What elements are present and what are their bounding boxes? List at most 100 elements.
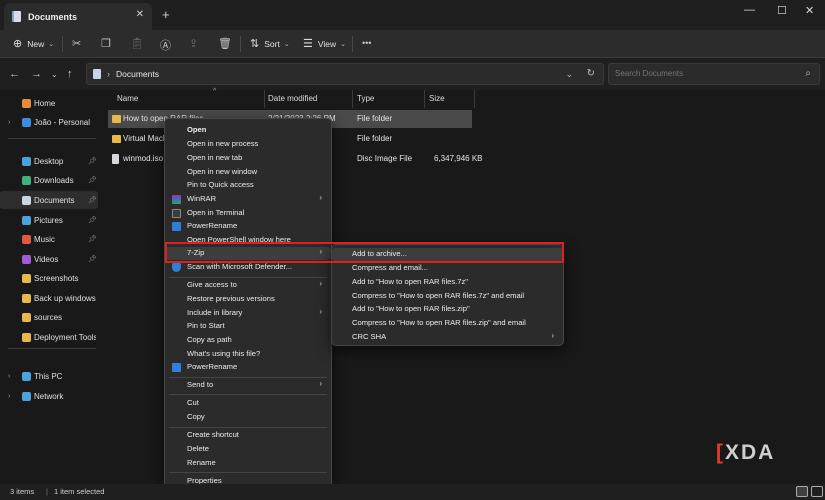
folder-icon	[22, 254, 31, 264]
view-label: View	[317, 38, 337, 49]
sidebar-item-pictures[interactable]: Pictures 📌︎	[0, 211, 98, 229]
menu-item-powerrename-2[interactable]: PowerRename	[165, 361, 331, 374]
column-divider[interactable]	[474, 90, 475, 108]
close-window-button[interactable]: ✕	[805, 4, 814, 17]
sidebar-item-label: Desktop	[34, 156, 64, 166]
menu-item-delete[interactable]: Delete	[165, 443, 331, 456]
menu-item-rename[interactable]: Rename	[165, 457, 331, 470]
sidebar-item-documents[interactable]: Documents 📌︎	[0, 191, 98, 209]
close-tab-icon[interactable]: ✕	[136, 9, 144, 20]
menu-item-pin-quick-access[interactable]: Pin to Quick access	[165, 179, 331, 192]
recent-chevron-icon[interactable]: ⌄	[51, 70, 58, 79]
sidebar-item-jo-o-personal[interactable]: › João - Personal	[0, 113, 98, 131]
menu-item-open-terminal[interactable]: Open in Terminal	[165, 207, 331, 220]
file-name: winmod.iso	[123, 154, 164, 163]
menu-item-create-shortcut[interactable]: Create shortcut	[165, 429, 331, 442]
submenu-item-crc-sha[interactable]: CRC SHA ›	[332, 331, 563, 344]
sidebar-item-this-pc[interactable]: › This PC	[0, 367, 98, 385]
expand-chevron-icon[interactable]: ›	[8, 373, 10, 380]
menu-item-restore-versions[interactable]: Restore previous versions	[165, 293, 331, 306]
expand-chevron-icon[interactable]: ›	[8, 393, 10, 400]
up-arrow-icon[interactable]: ↑	[67, 68, 73, 80]
powerrename-icon	[172, 363, 181, 372]
maximize-button[interactable]: ☐	[777, 4, 787, 17]
column-divider[interactable]	[424, 90, 425, 108]
column-header-date[interactable]: Date modified	[268, 94, 317, 103]
sidebar-item-home[interactable]: Home	[0, 94, 98, 112]
menu-item-whats-using[interactable]: What's using this file?	[165, 348, 331, 361]
menu-item-powerrename[interactable]: PowerRename	[165, 220, 331, 233]
menu-item-winrar[interactable]: WinRAR ›	[165, 193, 331, 206]
search-input[interactable]	[615, 69, 795, 78]
menu-item-open-new-window[interactable]: Open in new window	[165, 166, 331, 179]
column-header-name[interactable]: Name	[117, 94, 138, 103]
share-icon[interactable]: ⇪	[189, 37, 198, 50]
expand-chevron-icon[interactable]: ›	[8, 119, 10, 126]
menu-item-give-access[interactable]: Give access to ›	[165, 279, 331, 292]
column-header-size[interactable]: Size	[429, 94, 445, 103]
chevron-right-icon: ›	[551, 331, 554, 340]
sidebar-item-desktop[interactable]: Desktop 📌︎	[0, 152, 98, 170]
folder-icon	[22, 332, 31, 342]
sidebar-item-deployment-tools[interactable]: Deployment Tools	[0, 328, 98, 346]
status-bar: 3 items | 1 item selected	[0, 484, 825, 500]
copy-icon[interactable]: ❐	[101, 37, 111, 50]
menu-item-open[interactable]: Open	[165, 124, 331, 137]
minimize-button[interactable]: —	[744, 4, 755, 16]
sidebar-item-label: Network	[34, 391, 64, 401]
menu-item-copy-path[interactable]: Copy as path	[165, 334, 331, 347]
search-box[interactable]: ⌕	[608, 63, 820, 85]
menu-divider	[169, 277, 327, 278]
cut-icon[interactable]: ✂	[72, 37, 81, 50]
tiles-view-toggle[interactable]	[811, 486, 823, 497]
column-header-type[interactable]: Type	[357, 94, 374, 103]
menu-item-include-library[interactable]: Include in library ›	[165, 307, 331, 320]
breadcrumb[interactable]: Documents	[116, 69, 159, 79]
menu-divider	[169, 394, 327, 395]
sidebar-item-music[interactable]: Music 📌︎	[0, 230, 98, 248]
submenu-item-add-7z[interactable]: Add to "How to open RAR files.7z"	[332, 276, 563, 289]
sort-button[interactable]: ⇅ Sort ⌄	[250, 37, 290, 50]
chevron-right-icon: ›	[319, 307, 322, 316]
highlight-annotation	[165, 242, 564, 263]
refresh-icon[interactable]: ↻	[587, 68, 595, 79]
forward-arrow-icon[interactable]: →	[31, 68, 42, 80]
submenu-item-add-zip[interactable]: Add to "How to open RAR files.zip"	[332, 303, 563, 316]
sidebar-item-network[interactable]: › Network	[0, 387, 98, 405]
sidebar-item-downloads[interactable]: Downloads 📌︎	[0, 171, 98, 189]
submenu-item-compress-email[interactable]: Compress and email...	[332, 262, 563, 275]
paste-icon[interactable]: 📋︎	[130, 37, 144, 50]
menu-item-send-to[interactable]: Send to ›	[165, 379, 331, 392]
sidebar-item-label: Deployment Tools	[34, 332, 96, 342]
address-bar[interactable]: › Documents ⌄ ↻	[86, 63, 604, 85]
column-divider[interactable]	[352, 90, 353, 108]
more-options-icon[interactable]: •••	[362, 38, 371, 48]
chevron-right-icon: ›	[107, 69, 110, 79]
details-view-toggle[interactable]	[796, 486, 808, 497]
new-tab-button[interactable]: +	[162, 7, 170, 22]
menu-item-pin-start[interactable]: Pin to Start	[165, 320, 331, 333]
sidebar-item-label: Documents	[34, 195, 75, 205]
tab-documents[interactable]: Documents ✕	[4, 3, 152, 30]
delete-icon[interactable]: 🗑︎	[218, 37, 232, 50]
submenu-item-compress-zip-email[interactable]: Compress to "How to open RAR files.zip" …	[332, 317, 563, 330]
sidebar-item-videos[interactable]: Videos 📌︎	[0, 250, 98, 268]
submenu-item-compress-7z-email[interactable]: Compress to "How to open RAR files.7z" a…	[332, 290, 563, 303]
chevron-down-icon[interactable]: ⌄	[565, 69, 573, 80]
menu-item-cut[interactable]: Cut	[165, 397, 331, 410]
title-bar: Documents ✕ + — ☐ ✕	[0, 0, 825, 30]
menu-item-copy[interactable]: Copy	[165, 411, 331, 424]
sidebar-item-back-up-windows-1[interactable]: Back up windows 1	[0, 289, 98, 307]
column-divider[interactable]	[264, 90, 265, 108]
back-arrow-icon[interactable]: ←	[9, 68, 20, 80]
menu-item-open-new-process[interactable]: Open in new process	[165, 138, 331, 151]
sidebar-item-sources[interactable]: sources	[0, 308, 98, 326]
sidebar-item-screenshots[interactable]: Screenshots	[0, 269, 98, 287]
tab-label: Documents	[28, 11, 78, 22]
rename-icon[interactable]: Ⓐ	[160, 37, 171, 53]
new-button[interactable]: ⊕ New ⌄	[13, 37, 54, 50]
sidebar-item-label: Screenshots	[34, 273, 79, 283]
menu-item-open-new-tab[interactable]: Open in new tab	[165, 152, 331, 165]
view-button[interactable]: ☰ View ⌄	[303, 37, 346, 50]
folder-icon	[112, 135, 121, 143]
